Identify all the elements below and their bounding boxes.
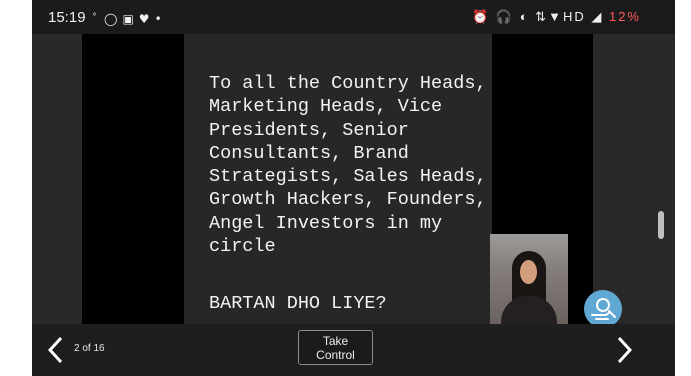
left-letterbox (82, 34, 184, 324)
previous-slide-icon[interactable] (44, 333, 66, 367)
device-screen: 15:19 ﾟ◯▣♥• ⏰ 🎧 ◐ ⇅▼HD ◢ 12% To all the … (32, 0, 675, 376)
presentation-controls: 2 of 16 Take Control (32, 324, 675, 376)
self-video-thumbnail[interactable] (490, 234, 568, 324)
assistant-button[interactable] (584, 290, 622, 328)
presentation-stage: To all the Country Heads, Marketing Head… (32, 34, 675, 342)
whatsapp-icon: ◯ (104, 12, 123, 26)
page-counter: 2 of 16 (74, 343, 105, 354)
person-torso (501, 296, 557, 324)
teams-icon: ▣ (122, 12, 139, 26)
slide-content: To all the Country Heads, Marketing Head… (184, 34, 492, 324)
status-left-icons: ﾟ◯▣♥• (93, 10, 167, 27)
person-face (520, 260, 537, 284)
slide-body-text: To all the Country Heads, Marketing Head… (209, 73, 487, 258)
heart-icon: ♥ (138, 12, 155, 26)
status-bar: 15:19 ﾟ◯▣♥• ⏰ 🎧 ◐ ⇅▼HD ◢ 12% (32, 0, 675, 34)
next-slide-icon[interactable] (614, 333, 636, 367)
take-control-button[interactable]: Take Control (298, 330, 373, 365)
slide-footer-text: BARTAN DHO LIYE? (209, 293, 387, 314)
system-icons: ⏰ 🎧 ◐ ⇅▼HD ◢ (472, 9, 604, 24)
assistant-hand-icon (591, 298, 616, 320)
signal-text-icon: ﾟ (93, 12, 105, 26)
status-right-icons: ⏰ 🎧 ◐ ⇅▼HD ◢ 12% (472, 9, 641, 25)
status-time: 15:19 (48, 9, 86, 26)
battery-level: 12% (608, 9, 641, 24)
scrollbar-thumb[interactable] (658, 211, 664, 239)
dot-icon: • (154, 12, 167, 26)
